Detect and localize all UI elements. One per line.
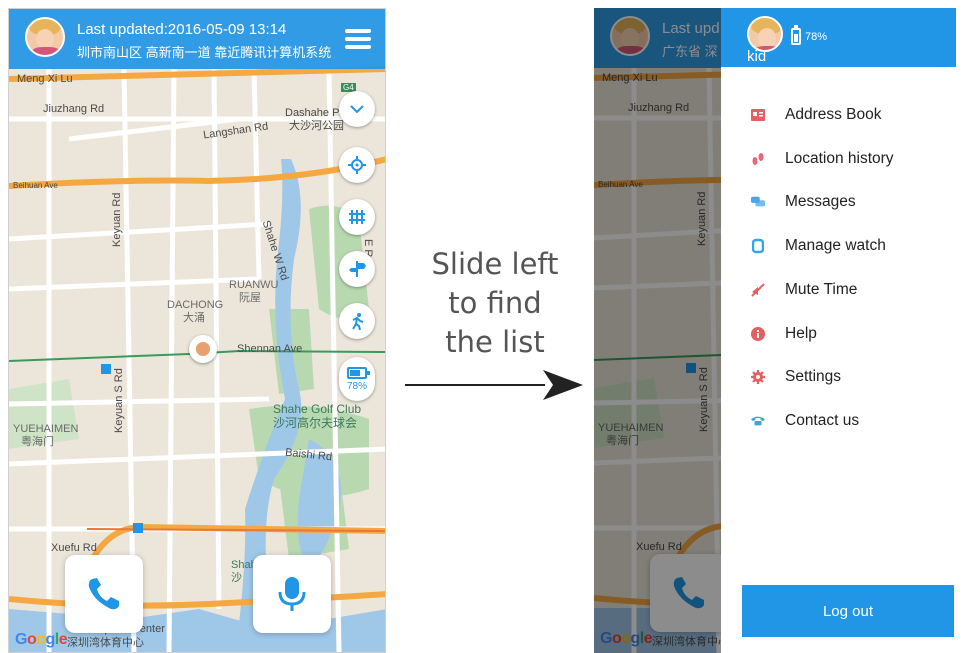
- map-label: DACHONG: [167, 299, 224, 311]
- mute-icon: [751, 283, 765, 297]
- map-label: 沙: [231, 572, 242, 584]
- voice-message-button[interactable]: [253, 555, 331, 633]
- watch-icon: [751, 238, 765, 254]
- call-button[interactable]: [65, 555, 143, 633]
- chat-bubbles-icon: [751, 195, 765, 209]
- menu-item-manage-watch[interactable]: Manage watch: [721, 226, 956, 266]
- device-name: kid: [747, 48, 767, 65]
- crosshair-icon: [348, 156, 366, 174]
- phone-screen-drawer: Meng Xi Lu Jiuzhang Rd Beihuan Ave Keyua…: [594, 8, 956, 653]
- menu-item-label: Settings: [785, 368, 842, 386]
- map-label: 深圳湾体育中心: [67, 637, 144, 649]
- battery-level: 78%: [346, 380, 367, 392]
- menu-item-label: Address Book: [785, 106, 882, 123]
- avatar[interactable]: [25, 17, 65, 57]
- menu-item-help[interactable]: Help: [721, 314, 956, 354]
- run-button[interactable]: [339, 303, 375, 339]
- battery-indicator: 78%: [339, 357, 375, 401]
- menu-item-label: Messages: [785, 193, 856, 211]
- phone-screen-map: Meng Xi Lu Jiuzhang Rd Langshan Rd Dasha…: [8, 8, 386, 653]
- chevron-down-icon: [350, 105, 364, 114]
- drawer-header: 78% kid: [721, 8, 956, 67]
- menu-item-label: Location history: [785, 149, 894, 167]
- instruction-line: to find: [448, 286, 542, 320]
- fence-icon: [349, 210, 365, 224]
- watch-location-marker[interactable]: [189, 335, 217, 363]
- instruction-line: the list: [445, 325, 545, 359]
- menu-item-label: Manage watch: [785, 237, 886, 255]
- map-label: 沙河高尔夫球会: [273, 416, 358, 430]
- menu-item-location-history[interactable]: Location history: [721, 139, 956, 179]
- menu-item-mute-time[interactable]: Mute Time: [721, 270, 956, 310]
- address-book-icon: [751, 108, 765, 122]
- status-header: Last updated:2016-05-09 13:14 圳市南山区 高新南一…: [9, 9, 385, 69]
- map-label: Meng Xi Lu: [17, 73, 73, 85]
- map-label: YUEHAIMEN: [13, 423, 79, 435]
- battery-icon: [347, 366, 370, 379]
- battery-indicator: 78%: [791, 25, 828, 45]
- map-label: Shahe Golf Club: [273, 402, 362, 416]
- map-label: Keyuan Rd: [111, 192, 123, 247]
- info-icon: [751, 326, 765, 341]
- map-view[interactable]: Meng Xi Lu Jiuzhang Rd Langshan Rd Dasha…: [9, 9, 385, 652]
- map-label: Xuefu Rd: [51, 542, 97, 554]
- menu-item-label: Contact us: [785, 411, 860, 429]
- fence-button[interactable]: [339, 199, 375, 235]
- instruction-line: Slide left: [431, 247, 559, 281]
- address-text: 圳市南山区 高新南一道 靠近腾讯计算机系统: [77, 45, 332, 60]
- map-label: RUANWU: [229, 279, 279, 291]
- phone-icon: [88, 578, 119, 610]
- battery-level: 78%: [805, 30, 828, 43]
- menu-item-settings[interactable]: Settings: [721, 357, 956, 397]
- menu-icon[interactable]: [345, 29, 371, 49]
- logout-button[interactable]: Log out: [742, 585, 954, 637]
- navigation-drawer: 78% kid Address Book Location history Mess…: [721, 8, 956, 653]
- map-label: Keyuan S Rd: [113, 368, 125, 433]
- map-label: Shennan Ave: [237, 343, 303, 355]
- last-updated-text: Last updated:2016-05-09 13:14: [77, 21, 287, 38]
- instruction-text: Slide left to find the list: [410, 245, 580, 362]
- menu-item-label: Help: [785, 324, 817, 342]
- map-label: Beihuan Ave: [13, 181, 58, 190]
- right-arrow-icon: [405, 370, 583, 400]
- map-label: 阮屋: [239, 292, 261, 304]
- battery-icon: [791, 25, 801, 45]
- menu-item-label: Mute Time: [785, 280, 858, 298]
- google-logo: Google: [15, 631, 68, 648]
- map-label: 粤海门: [21, 436, 54, 448]
- running-icon: [352, 313, 364, 330]
- map-label: Dashahe P: [285, 107, 340, 119]
- map-label: Jiuzhang Rd: [43, 103, 105, 115]
- map-label: 大沙河公园: [289, 120, 344, 132]
- map-label: 大涌: [183, 312, 205, 324]
- avatar[interactable]: [747, 16, 783, 52]
- signpost-button[interactable]: [339, 251, 375, 287]
- menu-item-address-book[interactable]: Address Book: [721, 95, 956, 135]
- footprints-icon: [751, 152, 765, 166]
- menu-item-contact-us[interactable]: Contact us: [721, 401, 956, 441]
- drawer-scrim[interactable]: [594, 8, 721, 653]
- collapse-button[interactable]: [339, 91, 375, 127]
- menu-item-messages[interactable]: Messages: [721, 182, 956, 222]
- gear-icon: [751, 370, 765, 385]
- microphone-icon: [278, 577, 306, 611]
- signpost-icon: [349, 261, 366, 277]
- phone-icon: [751, 414, 765, 428]
- locate-button[interactable]: [339, 147, 375, 183]
